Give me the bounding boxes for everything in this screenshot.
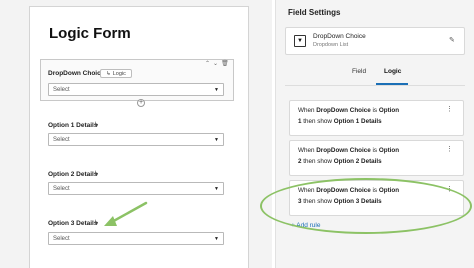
form-title: Logic Form — [49, 25, 131, 42]
panel-title: Field Settings — [288, 8, 341, 17]
option-3-select[interactable]: Select ▼ — [48, 232, 224, 245]
dropdown-type-icon: ▼ — [294, 35, 306, 47]
caret-down-icon: ▼ — [214, 186, 219, 192]
select-placeholder: Select — [53, 136, 70, 143]
logic-branch-icon: ↳ — [106, 70, 111, 77]
more-vertical-icon[interactable]: ⋮ — [446, 105, 453, 113]
logic-branch-icon: ↳ — [94, 171, 100, 177]
field-type-subtitle: Dropdown List — [313, 42, 349, 48]
field-label-option-3: Option 3 Details — [48, 220, 98, 227]
select-placeholder: Select — [53, 235, 70, 242]
select-placeholder: Select — [53, 86, 70, 93]
logic-branch-icon: ↳ — [94, 122, 100, 128]
caret-down-icon: ▼ — [214, 87, 219, 93]
field-label-option-2: Option 2 Details — [48, 171, 98, 178]
rule-text-line: 2 then show Option 2 Details — [298, 157, 382, 165]
logic-branch-icon: ↳ — [94, 220, 100, 226]
tab-logic[interactable]: Logic — [384, 68, 401, 75]
option-1-select[interactable]: Select ▼ — [48, 133, 224, 146]
field-label-option-1: Option 1 Details — [48, 122, 98, 129]
field-type-card[interactable] — [285, 27, 465, 55]
logic-rule-card[interactable]: When DropDown Choice is Option 2 then sh… — [289, 140, 464, 176]
delete-icon[interactable]: 🗑 — [221, 60, 229, 67]
option-2-select[interactable]: Select ▼ — [48, 182, 224, 195]
rule-text-line: 1 then show Option 1 Details — [298, 117, 382, 125]
highlight-ellipse — [260, 178, 472, 234]
add-icon[interactable]: + — [137, 99, 145, 107]
dropdown-choice-select[interactable]: Select ▼ — [48, 83, 224, 96]
tab-field[interactable]: Field — [352, 68, 366, 75]
tab-divider — [285, 85, 465, 86]
logic-chip[interactable]: ↳ Logic — [100, 69, 132, 78]
logic-rule-card[interactable]: When DropDown Choice is Option 1 then sh… — [289, 100, 464, 136]
rule-text-line: When DropDown Choice is Option — [298, 107, 400, 114]
edit-icon[interactable]: ✎ — [449, 36, 455, 44]
field-label-dropdown-choice: DropDown Choice — [48, 70, 105, 77]
chevron-down-icon[interactable]: ⌄ — [213, 60, 218, 67]
more-vertical-icon[interactable]: ⋮ — [446, 145, 453, 153]
logic-chip-label: Logic — [112, 70, 126, 77]
rule-text-line: When DropDown Choice is Option — [298, 147, 400, 154]
caret-down-icon: ▼ — [214, 236, 219, 242]
annotation-arrow — [104, 201, 148, 226]
field-toolbar: ⌃ ⌄ 🗑 — [205, 60, 229, 67]
select-placeholder: Select — [53, 185, 70, 192]
chevron-up-icon[interactable]: ⌃ — [205, 60, 210, 67]
field-type-name: DropDown Choice — [313, 33, 366, 40]
caret-down-icon: ▼ — [214, 137, 219, 143]
active-tab-indicator — [376, 83, 408, 85]
